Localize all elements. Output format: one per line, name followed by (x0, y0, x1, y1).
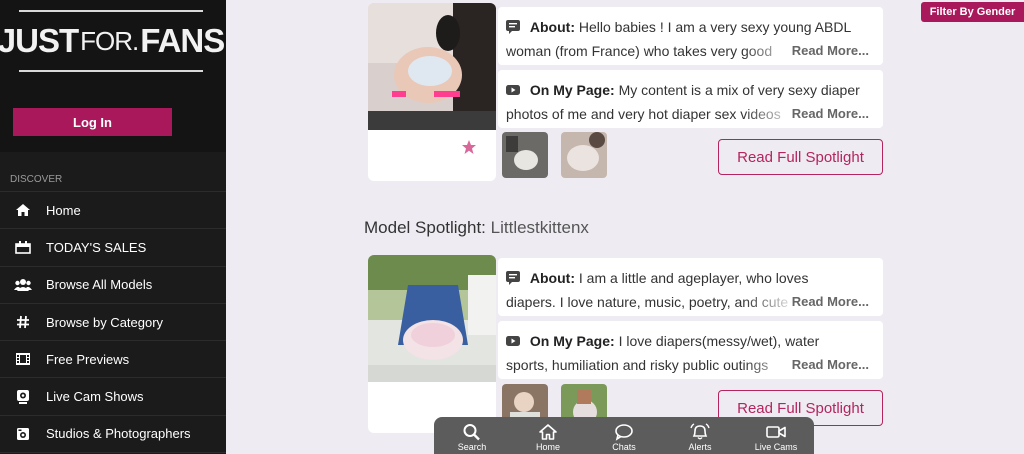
home-icon (539, 424, 557, 440)
read-more-link[interactable]: Read More... (787, 39, 869, 63)
model-name-link[interactable]: Littlestkittenx (491, 218, 589, 237)
sidebar-item-label: Home (46, 202, 81, 218)
search-icon (463, 424, 480, 441)
preview-thumbnail[interactable] (502, 132, 548, 178)
on-my-page-box: On My Page: I love diapers(messy/wet), w… (498, 321, 883, 379)
on-my-page-text: I love diapers(messy/wet), water (618, 333, 820, 349)
logo[interactable]: JUST FOR. FANS (0, 10, 225, 72)
filter-by-gender-button[interactable]: Filter By Gender (921, 2, 1024, 22)
sidebar-item-browse-by-category[interactable]: Browse by Category (0, 304, 226, 342)
favorite-star-icon[interactable] (461, 139, 477, 155)
about-text: Hello babies ! I am a very sexy young AB… (578, 19, 852, 35)
sidebar-item-label: Free Previews (46, 351, 130, 367)
discover-heading: DISCOVER (0, 152, 226, 192)
youtube-play-icon (506, 85, 520, 95)
home-icon (14, 201, 32, 219)
bottom-nav-label: Live Cams (754, 442, 798, 452)
sidebar-item-label: Browse All Models (46, 277, 153, 293)
bottom-nav-bar: Search Home Chats Alerts Live Cams (434, 417, 814, 454)
model-photo[interactable] (368, 3, 496, 130)
read-more-link[interactable]: Read More... (787, 353, 869, 377)
bottom-nav-label: Alerts (688, 442, 712, 452)
logo-text-mid: FOR. (80, 25, 139, 56)
sidebar-item-live-cam-shows[interactable]: Live Cam Shows (0, 378, 226, 416)
sidebar-item-free-previews[interactable]: Free Previews (0, 341, 226, 379)
webcam-icon (14, 388, 32, 406)
about-label: About: (529, 270, 575, 286)
users-icon (14, 276, 32, 294)
sidebar-header: JUST FOR. FANS Log In (0, 0, 226, 152)
bottom-nav-chats[interactable]: Chats (589, 423, 659, 452)
model-photo[interactable] (368, 255, 496, 382)
sidebar-item-label: Live Cam Shows (46, 389, 144, 405)
sidebar-item-todays-sales[interactable]: TODAY'S SALES (0, 229, 226, 267)
camera-icon (14, 425, 32, 443)
about-box: About: Hello babies ! I am a very sexy y… (498, 7, 883, 65)
sidebar-item-home[interactable]: Home (0, 192, 226, 230)
chat-icon (615, 424, 633, 441)
video-icon (766, 426, 786, 438)
read-more-link[interactable]: Read More... (787, 102, 869, 126)
read-more-link[interactable]: Read More... (787, 290, 869, 314)
on-my-page-text: My content is a mix of very sexy diaper (618, 82, 860, 98)
preview-thumbnail[interactable] (561, 132, 607, 178)
comment-icon (506, 271, 520, 285)
bell-icon (690, 423, 710, 440)
sidebar-item-studios-photographers[interactable]: Studios & Photographers (0, 416, 226, 454)
bottom-nav-search[interactable]: Search (437, 423, 507, 452)
about-text: I am a little and ageplayer, who loves (578, 270, 809, 286)
bottom-nav-label: Home (535, 442, 560, 452)
about-text-cont: woman (from France) who takes very good (506, 43, 773, 59)
login-button[interactable]: Log In (13, 108, 172, 136)
on-my-page-text-cont: photos of me and very hot diaper sex vid… (506, 106, 781, 122)
on-my-page-label: On My Page: (529, 333, 615, 349)
about-box: About: I am a little and ageplayer, who … (498, 258, 883, 316)
bottom-nav-label: Search (457, 442, 487, 452)
sidebar-item-label: TODAY'S SALES (46, 239, 147, 255)
read-full-spotlight-button[interactable]: Read Full Spotlight (718, 139, 883, 175)
sidebar: JUST FOR. FANS Log In DISCOVER Home TODA… (0, 0, 226, 454)
bottom-nav-live-cams[interactable]: Live Cams (741, 423, 811, 452)
on-my-page-label: On My Page: (529, 82, 615, 98)
spotlight-prefix: Model Spotlight: (364, 218, 486, 237)
youtube-play-icon (506, 336, 520, 346)
bottom-nav-home[interactable]: Home (513, 423, 583, 452)
model-card[interactable] (368, 3, 496, 181)
about-label: About: (529, 19, 575, 35)
logo-text-left: JUST (0, 22, 79, 59)
sidebar-item-browse-all-models[interactable]: Browse All Models (0, 267, 226, 304)
hashtag-icon (14, 313, 32, 331)
bottom-nav-label: Chats (612, 442, 636, 452)
sidebar-item-label: Studios & Photographers (46, 426, 191, 442)
bottom-nav-alerts[interactable]: Alerts (665, 423, 735, 452)
film-icon (14, 350, 32, 368)
model-card[interactable] (368, 255, 496, 433)
model-spotlight-title: Model Spotlight: Littlestkittenx (364, 218, 589, 238)
sidebar-item-label: Browse by Category (46, 314, 164, 330)
on-my-page-text-cont: sports, humiliation and risky public out… (506, 357, 769, 373)
comment-icon (506, 20, 520, 34)
on-my-page-box: On My Page: My content is a mix of very … (498, 70, 883, 128)
sales-icon (14, 238, 32, 256)
logo-text-right: FANS (140, 22, 225, 59)
